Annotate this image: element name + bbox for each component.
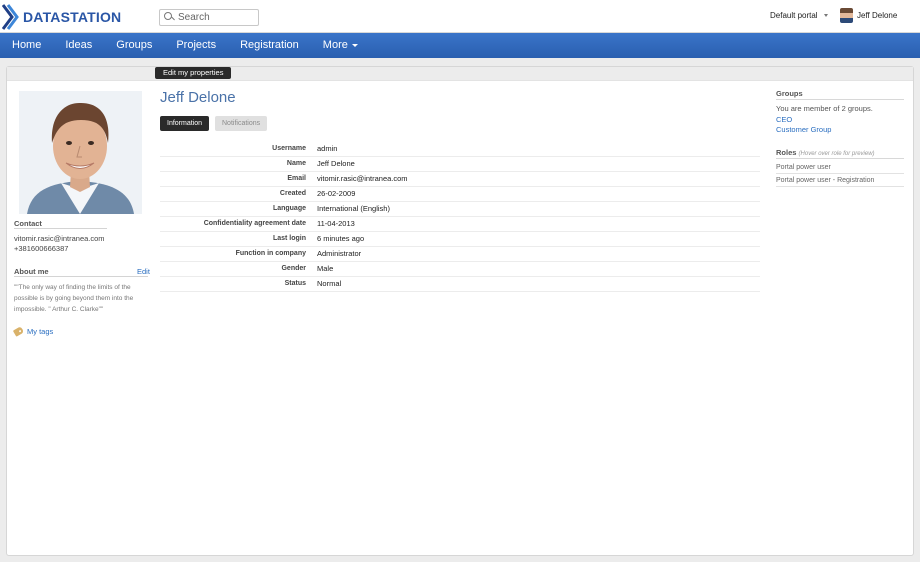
role-item[interactable]: Portal power user - Registration <box>776 177 904 187</box>
edit-properties-button[interactable]: Edit my properties <box>155 67 232 79</box>
groups-heading: Groups <box>776 89 803 98</box>
my-tags-link[interactable]: My tags <box>12 326 54 337</box>
user-menu[interactable]: Jeff Delone <box>840 8 897 23</box>
field-label: Status <box>160 276 317 292</box>
nav-item-registration[interactable]: Registration <box>228 33 311 58</box>
field-label: Email <box>160 171 317 187</box>
field-value: 26-02-2009 <box>317 186 760 202</box>
portal-select[interactable]: Default portal <box>770 11 828 20</box>
portal-select-label: Default portal <box>770 11 818 20</box>
field-label: Language <box>160 201 317 217</box>
table-row: Last login 6 minutes ago <box>160 231 760 247</box>
field-value: Administrator <box>317 246 760 262</box>
roles-title: Roles <box>776 148 797 157</box>
field-label: Gender <box>160 261 317 277</box>
field-value: Male <box>317 261 760 277</box>
contact-heading: Contact <box>14 219 42 228</box>
table-row: Function in company Administrator <box>160 246 760 262</box>
table-row: Username admin <box>160 141 760 157</box>
about-heading: About me <box>14 267 49 276</box>
field-label: Function in company <box>160 246 317 262</box>
table-row: Gender Male <box>160 261 760 277</box>
nav-item-ideas[interactable]: Ideas <box>53 33 104 58</box>
search-box[interactable] <box>159 9 259 26</box>
field-label: Last login <box>160 231 317 247</box>
field-value: Normal <box>317 276 760 292</box>
nav-item-projects[interactable]: Projects <box>164 33 228 58</box>
field-value: 11-04-2013 <box>317 216 760 232</box>
field-value: vitomir.rasic@intranea.com <box>317 171 760 187</box>
search-icon <box>164 12 175 23</box>
nav-item-home[interactable]: Home <box>0 33 53 58</box>
search-input[interactable] <box>178 12 258 23</box>
table-row: Status Normal <box>160 276 760 292</box>
datastation-logo-icon <box>2 4 19 30</box>
chevron-down-icon <box>351 43 358 47</box>
panel-toolbar: Edit my properties <box>7 67 913 81</box>
divider <box>776 99 904 100</box>
field-value: International (English) <box>317 201 760 217</box>
tag-icon <box>12 326 25 337</box>
table-row: Created 26-02-2009 <box>160 186 760 202</box>
contact-phone: +381600666387 <box>14 244 69 253</box>
field-value: Jeff Delone <box>317 156 760 172</box>
table-row: Language International (English) <box>160 201 760 217</box>
groups-summary: You are member of 2 groups. <box>776 104 873 113</box>
nav-item-more[interactable]: More <box>311 33 370 58</box>
divider <box>776 158 904 159</box>
field-label: Created <box>160 186 317 202</box>
profile-info-table: Username admin Name Jeff Delone Email vitom… <box>160 141 760 292</box>
logo[interactable]: DATASTATION <box>2 3 121 31</box>
field-value: 6 minutes ago <box>317 231 760 247</box>
field-label: Username <box>160 141 317 157</box>
field-label: Name <box>160 156 317 172</box>
avatar <box>840 8 853 23</box>
table-row: Name Jeff Delone <box>160 156 760 172</box>
roles-heading: Roles (Hover over role for preview) <box>776 148 875 157</box>
table-row: Confidentiality agreement date 11-04-2013 <box>160 216 760 232</box>
nav-item-groups[interactable]: Groups <box>104 33 164 58</box>
top-bar: DATASTATION Default portal Jeff Delone <box>0 0 920 33</box>
my-tags-label: My tags <box>27 327 54 336</box>
page-title: Jeff Delone <box>160 89 236 106</box>
group-link-ceo[interactable]: CEO <box>776 115 792 124</box>
profile-photo <box>19 91 142 214</box>
tab-information[interactable]: Information <box>160 116 210 131</box>
person-photo-image <box>19 91 142 214</box>
chevron-down-icon <box>823 14 828 17</box>
table-row: Email vitomir.rasic@intranea.com <box>160 171 760 187</box>
nav-more-label: More <box>322 39 348 51</box>
role-item[interactable]: Portal power user <box>776 164 904 174</box>
logo-text: DATASTATION <box>23 9 122 25</box>
tab-notifications[interactable]: Notifications <box>215 116 268 131</box>
divider <box>14 228 107 229</box>
divider <box>14 276 148 277</box>
contact-email: vitomir.rasic@intranea.com <box>14 234 105 243</box>
edit-about-link[interactable]: Edit <box>137 267 150 276</box>
field-label: Confidentiality agreement date <box>160 216 317 232</box>
about-text: ""The only way of finding the limits of … <box>14 284 134 313</box>
group-link-customer-group[interactable]: Customer Group <box>776 125 831 134</box>
field-value: admin <box>317 141 760 157</box>
content-panel: Edit my properties Contact vitomir.rasic… <box>6 66 914 556</box>
user-name: Jeff Delone <box>857 11 898 20</box>
main-nav: Home Ideas Groups Projects Registration … <box>0 33 920 58</box>
roles-hint: (Hover over role for preview) <box>798 151 875 157</box>
